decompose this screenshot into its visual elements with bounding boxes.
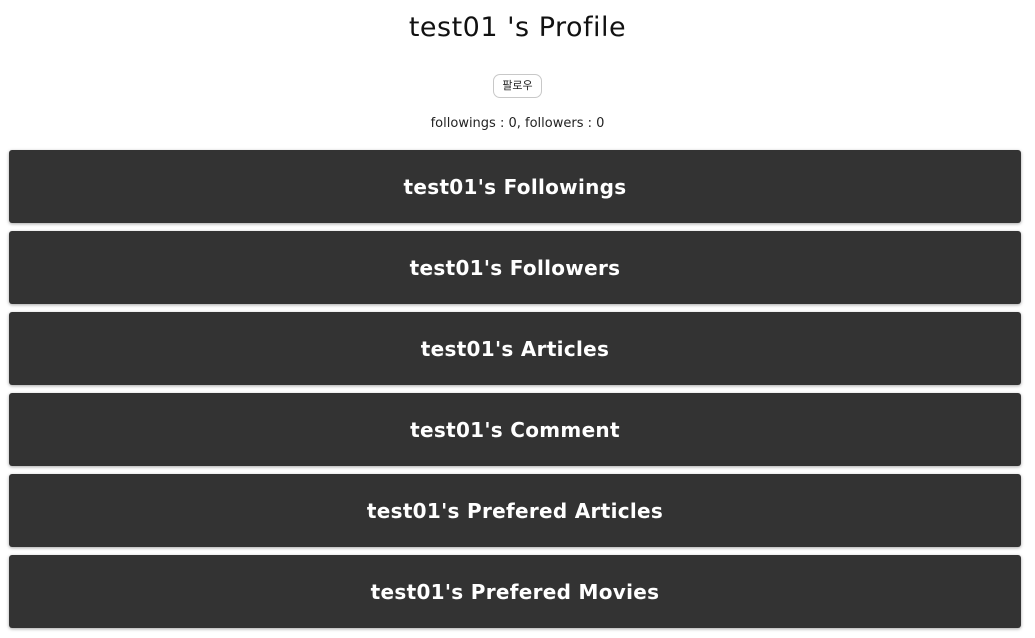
section-followings-label: test01's Followings bbox=[403, 174, 627, 199]
section-articles[interactable]: test01's Articles bbox=[9, 312, 1021, 385]
section-prefered-movies-label: test01's Prefered Movies bbox=[370, 579, 660, 604]
section-followings[interactable]: test01's Followings bbox=[9, 150, 1021, 223]
follow-button[interactable]: 팔로우 bbox=[493, 74, 542, 98]
profile-page: test01 's Profile 팔로우 followings : 0, fo… bbox=[0, 0, 1035, 638]
section-prefered-movies[interactable]: test01's Prefered Movies bbox=[9, 555, 1021, 628]
section-articles-label: test01's Articles bbox=[420, 336, 610, 361]
section-comment-label: test01's Comment bbox=[410, 417, 620, 442]
section-followers-label: test01's Followers bbox=[409, 255, 621, 280]
section-prefered-articles-label: test01's Prefered Articles bbox=[366, 498, 664, 523]
profile-sections-list: test01's Followings test01's Followers t… bbox=[9, 150, 1021, 636]
section-prefered-articles[interactable]: test01's Prefered Articles bbox=[9, 474, 1021, 547]
follow-button-wrapper: 팔로우 bbox=[0, 74, 1035, 98]
section-comment[interactable]: test01's Comment bbox=[9, 393, 1021, 466]
page-title: test01 's Profile bbox=[408, 12, 627, 43]
follow-counts: followings : 0, followers : 0 bbox=[430, 116, 605, 131]
section-followers[interactable]: test01's Followers bbox=[9, 231, 1021, 304]
